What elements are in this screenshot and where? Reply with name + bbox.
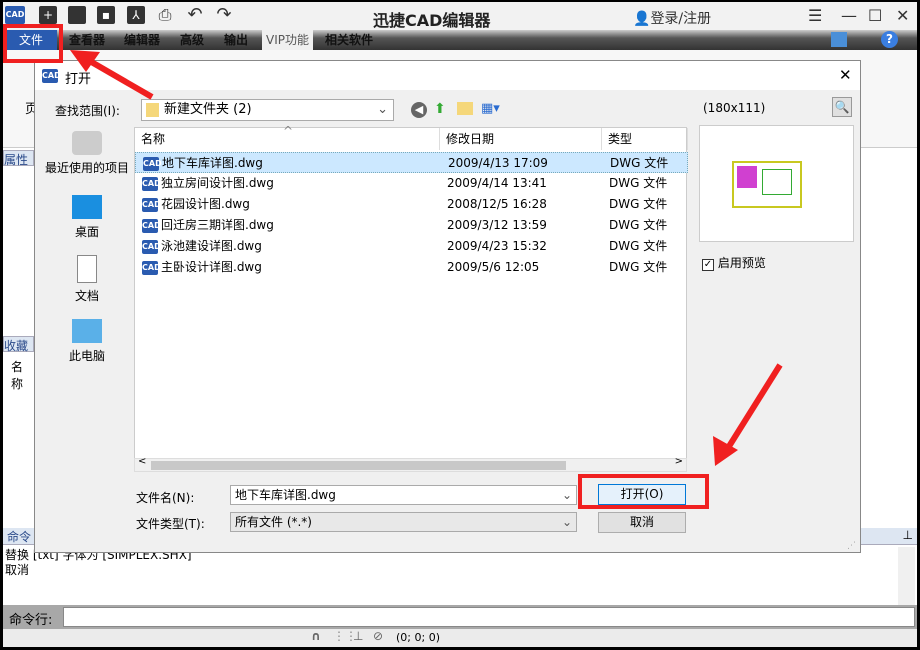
annotation-arrows — [0, 0, 920, 650]
arrow-to-open-button — [713, 365, 780, 466]
arrow-to-file-menu — [70, 50, 152, 97]
